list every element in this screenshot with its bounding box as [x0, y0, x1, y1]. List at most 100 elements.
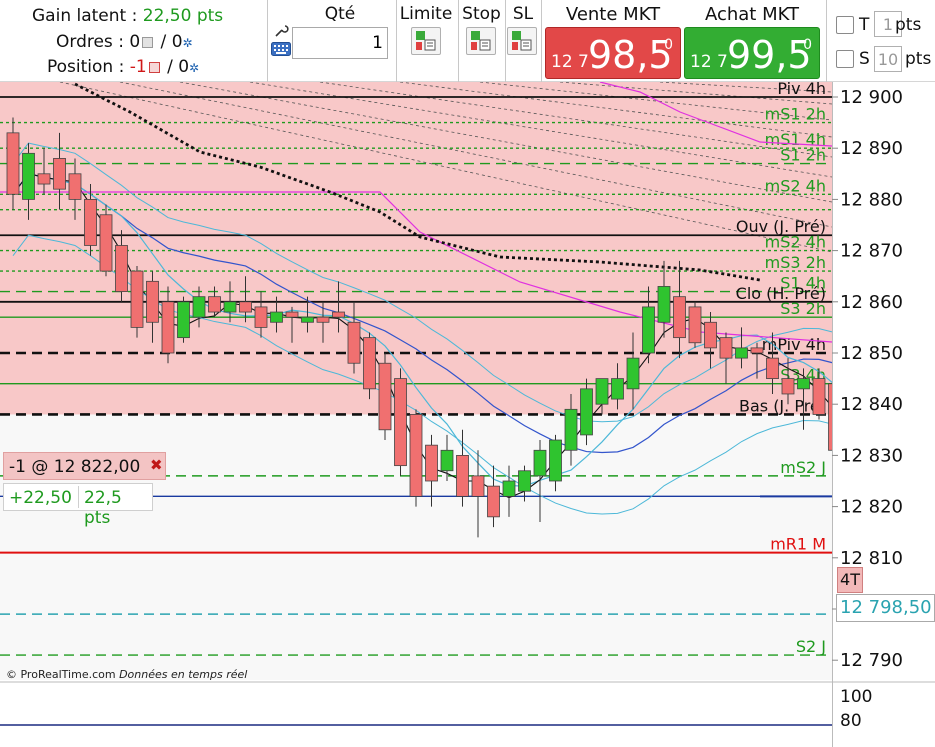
candle-body	[766, 357, 779, 379]
limit-order-button[interactable]	[411, 27, 441, 55]
candle-body	[239, 301, 252, 313]
candle-body	[704, 321, 717, 349]
axis-tick-label: 12 830	[840, 445, 903, 466]
candle-body	[99, 214, 113, 272]
stop-order-icon	[471, 31, 491, 51]
axis-tick-label: 12 790	[840, 650, 903, 671]
candle-body	[130, 270, 144, 328]
buy-market-button[interactable]: 12 7 99,5 0	[684, 27, 820, 79]
unrealized-gain-label: Gain latent :	[32, 6, 138, 26]
level-label: mS3 2h	[765, 253, 826, 272]
position-marker-text: -1 @ 12 822,00	[9, 457, 141, 477]
trailing-checkbox[interactable]	[836, 16, 854, 34]
level-label: mS1 2h	[765, 105, 826, 124]
trailing-label: T	[859, 15, 870, 35]
stop-label: Stop	[462, 4, 501, 24]
candle-body	[146, 280, 159, 323]
position-count: Position : -1 / 0✲	[47, 57, 199, 77]
candle-body	[487, 485, 500, 518]
candle-body	[316, 316, 330, 323]
sell-price-main: 98,5	[588, 33, 673, 77]
candle	[130, 265, 144, 338]
buy-price-prefix: 12 7	[690, 52, 728, 72]
sell-price-sup: 0	[664, 37, 673, 53]
stop-points-input[interactable]	[874, 46, 902, 72]
axis-tick-label: 12 820	[840, 497, 903, 518]
candle	[688, 301, 702, 348]
resistance-zone-layer	[0, 82, 832, 680]
candle-body	[642, 306, 655, 354]
limit-label: Limite	[399, 4, 453, 24]
candle-body	[84, 199, 97, 246]
footer-feed: Données en temps réel	[119, 668, 248, 681]
axis-tick-label: 12 860	[840, 292, 903, 313]
sl-order-icon	[512, 31, 532, 51]
position-value: -1	[129, 57, 147, 77]
unrealized-gain-value: 22,50 pts	[142, 6, 224, 26]
unrealized-gain: Gain latent : 22,50 pts	[32, 6, 223, 26]
stop-order-button[interactable]	[466, 27, 496, 55]
candle	[394, 368, 407, 476]
indicator-tick-label: 80	[840, 711, 862, 731]
orders-settings-icon[interactable]: ✲	[183, 36, 193, 50]
order-toolbar: Gain latent : 22,50 pts Ordres : 0 / 0✲ …	[0, 0, 935, 82]
candle-body	[68, 173, 82, 200]
candle-body	[409, 414, 423, 497]
position-marker[interactable]: -1 @ 12 822,00 ✖	[3, 452, 166, 480]
timeframe-tag[interactable]: 4T	[837, 567, 863, 593]
candle-body	[208, 296, 221, 313]
indicator-tick-label: 100	[840, 687, 872, 707]
position-gain-pts: 22,5 pts	[84, 488, 122, 528]
level-label: mR1 M	[770, 535, 826, 554]
footer-brand: © ProRealTime.com	[6, 668, 116, 681]
buy-price-sup: 0	[803, 37, 812, 53]
quantity-input[interactable]	[292, 27, 388, 59]
axis-tick-label: 12 870	[840, 241, 903, 262]
keypad-icon[interactable]	[271, 42, 291, 56]
candle-body	[347, 321, 361, 364]
stop-unit: pts	[905, 49, 932, 69]
candle-body	[564, 408, 578, 451]
position-pnl: +22,50 22,5 pts	[3, 483, 153, 528]
level-label: S2 J	[796, 637, 826, 656]
orders-count: Ordres : 0 / 0✲	[56, 32, 193, 52]
orders-box-icon[interactable]	[142, 36, 154, 48]
close-icon[interactable]: ✖	[150, 456, 163, 474]
candle-body	[518, 470, 531, 492]
price-chart[interactable]: Piv 4hmS1 2hmS1 4hS1 2hmS2 4hOuv (J. Pré…	[0, 82, 935, 747]
footer-note: © ProRealTime.com Données en temps réel	[6, 668, 247, 681]
wrench-icon[interactable]	[273, 24, 289, 38]
candle-body	[580, 388, 593, 436]
position-sep: / 0	[161, 57, 190, 77]
candle-body	[812, 378, 826, 415]
buy-price-main: 99,5	[727, 33, 812, 77]
candle-body	[425, 444, 438, 482]
sell-market-label: Vente MKT	[565, 4, 661, 25]
candle-body	[37, 173, 51, 185]
candle-body	[533, 449, 547, 477]
level-label: Piv 4h	[777, 82, 826, 98]
current-price-tag: 12 798,50	[836, 594, 935, 622]
candle-body	[161, 301, 175, 354]
position-settings-icon[interactable]: ✲	[189, 61, 199, 75]
indicator-panel-background	[0, 682, 935, 747]
candle	[409, 409, 423, 507]
candle-body	[735, 347, 748, 359]
axis-tick-label: 12 890	[840, 138, 903, 159]
close-position-icon[interactable]	[148, 61, 160, 73]
orders-sep: / 0	[155, 32, 183, 52]
stop-checkbox[interactable]	[836, 50, 854, 68]
level-label: mS2 J	[780, 458, 826, 477]
candle-body	[270, 311, 283, 323]
divider	[267, 0, 268, 82]
candle-body	[223, 301, 237, 313]
sl-order-button[interactable]	[507, 27, 537, 55]
candle-body	[192, 296, 206, 318]
candle-body	[781, 378, 795, 395]
candle-body	[456, 454, 469, 497]
candle	[99, 204, 113, 277]
sell-market-button[interactable]: 12 7 98,5 0	[545, 27, 681, 79]
buy-market-label: Achat MKT	[704, 4, 800, 25]
candle-body	[626, 357, 640, 390]
candle	[177, 296, 190, 343]
